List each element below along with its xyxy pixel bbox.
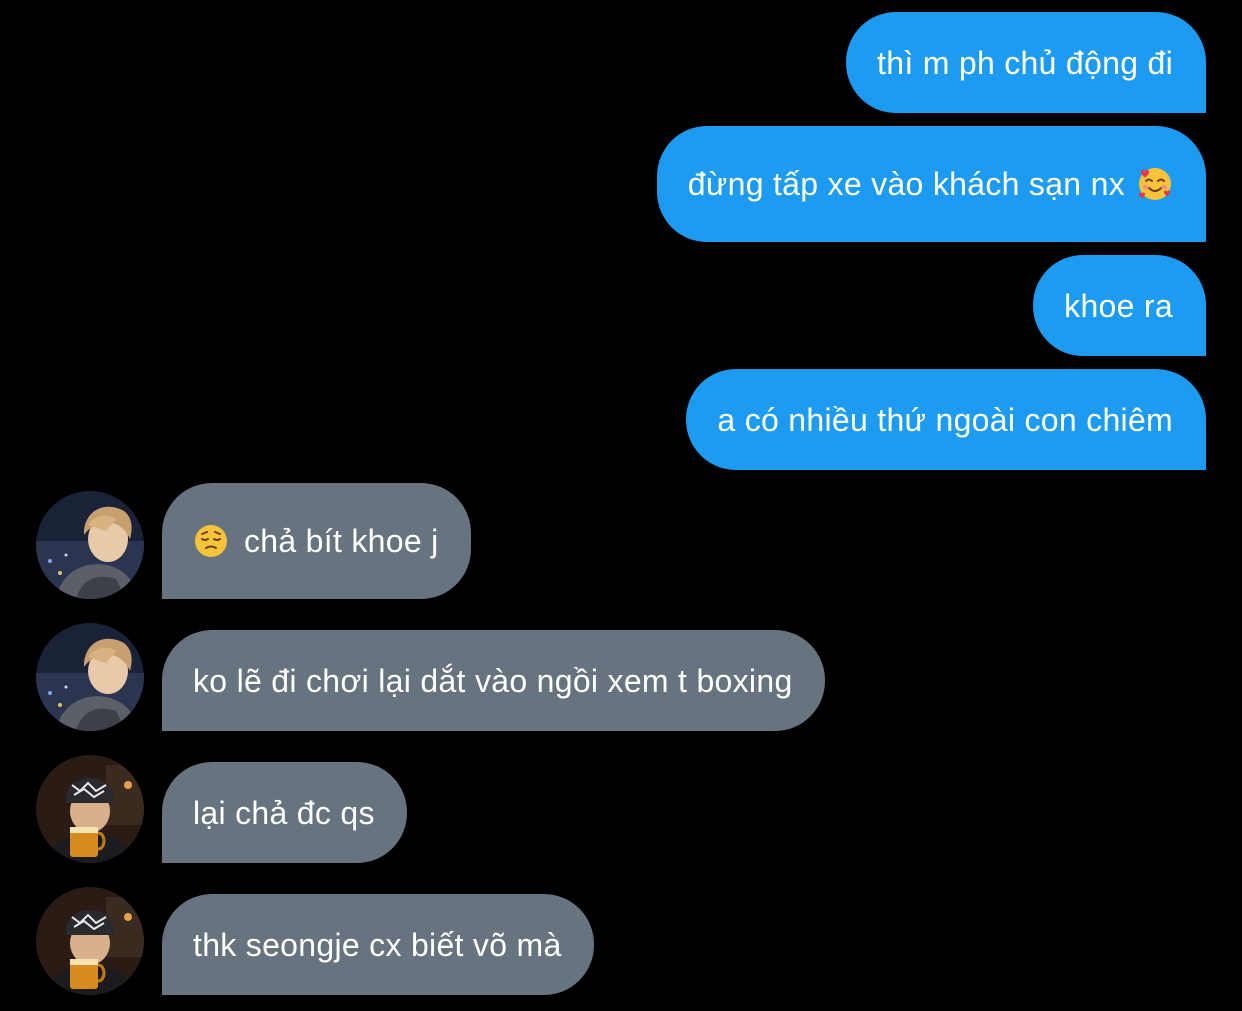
outgoing-message[interactable]: thì m ph chủ động đi [846, 12, 1206, 113]
outgoing-message[interactable]: đừng tấp xe vào khách sạn nx [656, 126, 1206, 242]
pensive-face-icon [193, 523, 229, 559]
message-text: ko lẽ đi chơi lại dắt vào ngồi xem t box… [193, 662, 793, 699]
avatar-boy-beanie-icon[interactable] [36, 755, 144, 863]
avatar-boy-blond-icon[interactable] [36, 623, 144, 731]
avatar-boy-blond-icon[interactable] [36, 491, 144, 599]
incoming-message[interactable]: chả bít khoe j [162, 483, 471, 599]
incoming-message[interactable]: ko lẽ đi chơi lại dắt vào ngồi xem t box… [162, 630, 825, 731]
chat-thread: thì m ph chủ động đi đừng tấp xe vào khá… [0, 0, 1242, 1011]
message-text: thk seongje cx biết võ mà [193, 926, 562, 963]
outgoing-message[interactable]: a có nhiều thứ ngoài con chiêm [686, 369, 1206, 470]
message-text: đừng tấp xe vào khách sạn nx [687, 166, 1125, 202]
message-text: lại chả đc qs [193, 794, 375, 831]
message-text: thì m ph chủ động đi [877, 44, 1173, 81]
incoming-message[interactable]: thk seongje cx biết võ mà [162, 894, 594, 995]
avatar-boy-beanie-icon[interactable] [36, 887, 144, 995]
message-text: a có nhiều thứ ngoài con chiêm [717, 401, 1173, 438]
message-text: chả bít khoe j [244, 523, 439, 559]
outgoing-message[interactable]: khoe ra [1033, 255, 1206, 356]
incoming-message[interactable]: lại chả đc qs [162, 762, 407, 863]
message-text: khoe ra [1064, 287, 1173, 324]
smiling-face-with-hearts-icon [1137, 166, 1173, 202]
